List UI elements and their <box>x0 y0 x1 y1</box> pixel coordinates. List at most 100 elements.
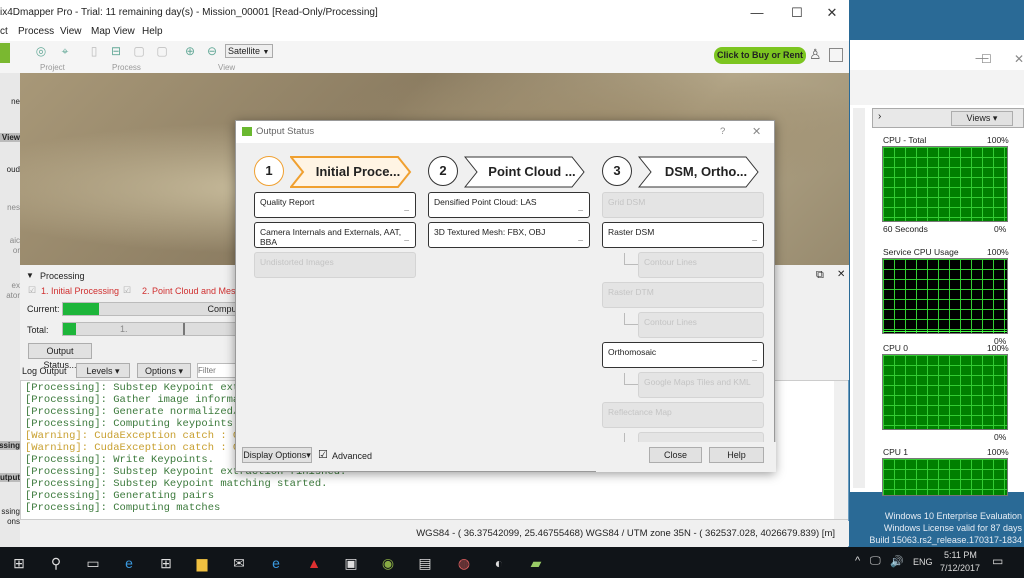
minimize-button[interactable]: — <box>740 0 774 25</box>
search-icon[interactable]: ⚲ <box>47 554 65 572</box>
output-item-status[interactable]: _ <box>404 232 409 242</box>
output-status-button[interactable]: Output Status... <box>28 343 92 370</box>
menu-view[interactable]: View <box>60 26 82 37</box>
cpu-graph-line <box>883 331 1007 332</box>
log-scrollbar[interactable] <box>834 381 848 519</box>
step-1-circle[interactable]: 1 <box>254 156 284 186</box>
help-button[interactable]: Help <box>709 447 764 463</box>
output-item: Contour Lines <box>638 312 764 338</box>
clock-time[interactable]: 5:11 PM <box>944 550 977 560</box>
dialog-close-icon[interactable]: ✕ <box>752 121 761 143</box>
gcp-icon[interactable]: ⌖ <box>57 44 73 58</box>
user-icon[interactable]: ♙ <box>809 46 822 63</box>
close-button[interactable]: ✕ <box>815 0 849 25</box>
action-center-icon[interactable]: ▭ <box>992 554 1003 568</box>
home-icon[interactable] <box>0 43 10 63</box>
output-item-status[interactable]: _ <box>578 202 583 212</box>
options-dropdown[interactable]: Options ▾ <box>137 363 191 378</box>
app-icon-5[interactable]: ◐ <box>490 554 508 572</box>
task-view-icon[interactable]: ▭ <box>84 554 102 572</box>
menu-help[interactable]: Help <box>142 26 163 37</box>
undock-icon[interactable]: ⧉ <box>816 269 824 282</box>
map-type-select[interactable]: Satellite ▼ <box>225 44 273 58</box>
sidebar-item-mosaic[interactable]: aic <box>0 236 20 245</box>
views-button[interactable]: Views ▾ <box>951 111 1013 126</box>
step-2-tab[interactable]: Point Cloud ... <box>464 156 586 188</box>
edge-icon[interactable]: e <box>120 554 138 572</box>
tray-chevron-icon[interactable]: ^ <box>855 555 860 567</box>
zoom-in-icon[interactable]: ⊕ <box>182 44 198 58</box>
expand-icon[interactable]: › <box>878 111 881 122</box>
sidebar-item-volumes[interactable]: nes <box>0 203 20 212</box>
sidebar-item-output[interactable]: utput <box>0 473 20 482</box>
graph-max: 100% <box>987 343 1009 353</box>
sidebar-item-index[interactable]: ex <box>0 281 20 290</box>
advanced-checkbox[interactable]: ☑ <box>318 448 328 461</box>
sidebar-label[interactable]: ne <box>0 97 20 106</box>
step-2-circle[interactable]: 2 <box>428 156 458 186</box>
output-item-status[interactable]: _ <box>404 202 409 212</box>
output-item[interactable]: 3D Textured Mesh: FBX, OBJ _ <box>428 222 590 248</box>
app-icon-3[interactable]: ▤ <box>416 554 434 572</box>
current-label: Current: <box>27 304 60 314</box>
menu-project[interactable]: ct <box>0 26 8 37</box>
levels-dropdown[interactable]: Levels ▾ <box>76 363 130 378</box>
volume-icon[interactable]: 🔊 <box>890 555 904 568</box>
total-label: Total: <box>27 325 49 335</box>
output-item-label: 3D Textured Mesh: FBX, OBJ <box>434 227 546 237</box>
output-item-status[interactable]: _ <box>752 232 757 242</box>
menu-process[interactable]: Process <box>18 26 54 37</box>
log-filter-input[interactable] <box>197 363 237 378</box>
sidebar-item-processing-options[interactable]: ssing <box>0 507 20 516</box>
output-item[interactable]: Quality Report _ <box>254 192 416 218</box>
app-icon-4[interactable]: ◍ <box>455 554 473 572</box>
sidebar-item-processing[interactable]: ssing <box>0 441 20 450</box>
panel-close-icon[interactable]: ✕ <box>837 269 845 280</box>
step-3-circle[interactable]: 3 <box>602 156 632 186</box>
network-icon[interactable]: 🖵 <box>870 555 881 568</box>
language-indicator[interactable]: ENG <box>913 557 933 567</box>
menu-map-view[interactable]: Map View <box>91 26 135 37</box>
close-button[interactable]: Close <box>649 447 702 463</box>
buy-or-rent-button[interactable]: Click to Buy or Rent <box>714 47 806 64</box>
clock-date[interactable]: 7/12/2017 <box>940 563 980 573</box>
sidebar-item-map-view[interactable]: View <box>0 133 20 142</box>
project-properties-icon[interactable]: ◎ <box>33 44 49 58</box>
close-button[interactable]: ✕ <box>1014 52 1024 66</box>
collapse-icon[interactable]: ▼ <box>26 271 34 280</box>
panel-toggle-icon[interactable] <box>829 48 843 62</box>
process-icon-1[interactable]: ▯ <box>86 44 102 58</box>
help-icon[interactable]: ? <box>720 121 725 143</box>
scrollbar[interactable] <box>853 108 865 488</box>
output-item[interactable]: Orthomosaic _ <box>602 342 764 368</box>
display-options-dropdown[interactable]: Display Options▾ <box>242 447 312 463</box>
store-icon[interactable]: ⊞ <box>157 554 175 572</box>
output-item-status[interactable]: _ <box>752 352 757 362</box>
pix4d-taskbar-icon[interactable]: ▰ <box>527 554 545 572</box>
step-1-tab[interactable]: Initial Proce... <box>290 156 412 188</box>
file-explorer-icon[interactable]: ▆ <box>193 554 211 572</box>
output-item-status[interactable]: _ <box>578 232 583 242</box>
ie-icon[interactable]: e <box>267 554 285 572</box>
app-icon[interactable]: ▣ <box>342 554 360 572</box>
output-item[interactable]: Densified Point Cloud: LAS _ <box>428 192 590 218</box>
app-icon-2[interactable]: ◉ <box>379 554 397 572</box>
mail-icon[interactable]: ✉ <box>230 554 248 572</box>
maximize-button[interactable]: ☐ <box>981 52 992 66</box>
process-icon-3[interactable]: ▢ <box>131 44 147 58</box>
start-icon[interactable]: ⊞ <box>10 554 28 572</box>
maximize-button[interactable]: ☐ <box>780 0 814 25</box>
process-icon-2[interactable]: ⊟ <box>108 44 124 58</box>
dialog-title-bar: Output Status ? ✕ <box>236 121 774 143</box>
step2-checkbox[interactable]: ☑ <box>123 285 131 296</box>
output-item[interactable]: Raster DSM _ <box>602 222 764 248</box>
sidebar-item-point-cloud[interactable]: oud <box>0 165 20 174</box>
step1-checkbox[interactable]: ☑ <box>28 285 36 296</box>
output-item: Grid DSM <box>602 192 764 218</box>
output-item[interactable]: Camera Internals and Externals, AAT, BBA… <box>254 222 416 248</box>
zoom-out-icon[interactable]: ⊖ <box>204 44 220 58</box>
process-icon-4[interactable]: ▢ <box>154 44 170 58</box>
group-label-process: Process <box>112 63 141 72</box>
step-3-tab[interactable]: DSM, Ortho... <box>638 156 760 188</box>
acrobat-icon[interactable]: ▲ <box>305 554 323 572</box>
